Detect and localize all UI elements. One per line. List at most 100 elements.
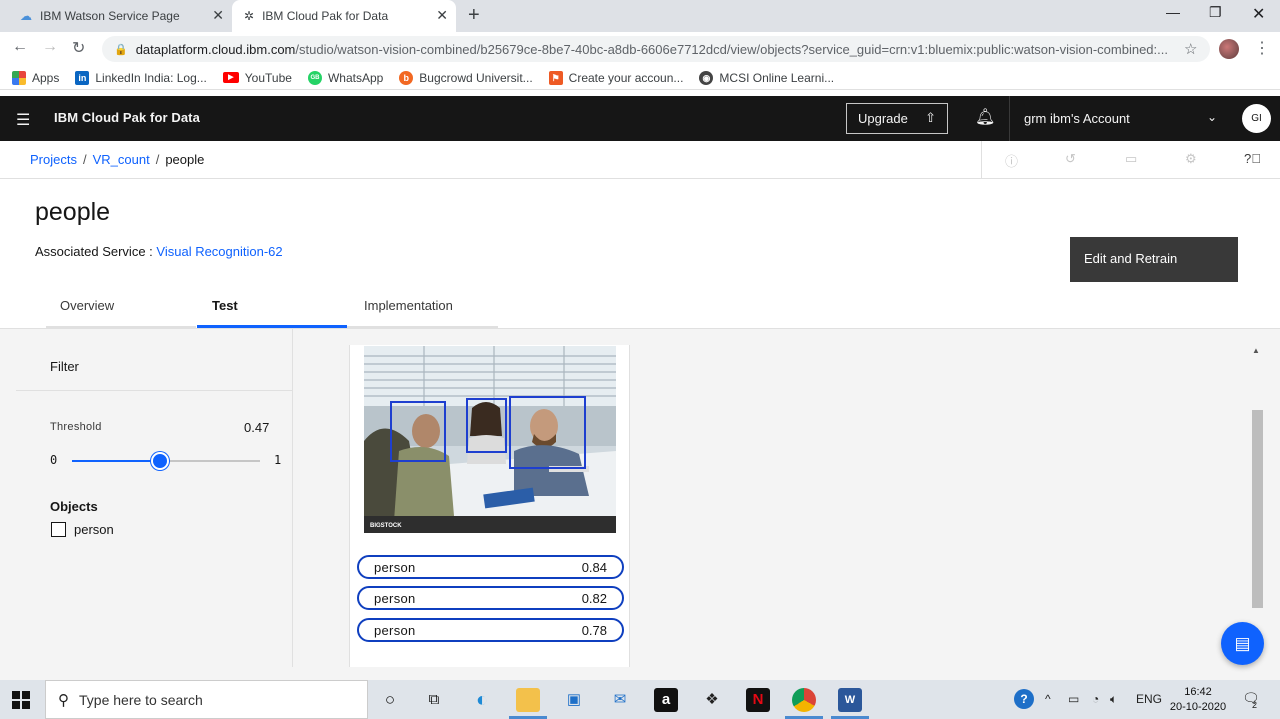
battery-icon[interactable]: ▭ xyxy=(1068,692,1079,706)
notification-bell-icon[interactable]: 🔔︎ xyxy=(975,107,995,127)
minimize-icon[interactable]: — xyxy=(1166,4,1180,20)
bookmark-youtube[interactable]: ▶ YouTube xyxy=(222,70,292,85)
breadcrumb-separator: / xyxy=(155,152,160,167)
browser-tab-cloudpak[interactable]: ✲ IBM Cloud Pak for Data ✕ xyxy=(232,0,456,32)
threshold-slider[interactable] xyxy=(72,452,260,470)
bookmark-label: YouTube xyxy=(244,70,292,85)
dropbox-icon[interactable]: ❖ xyxy=(700,688,724,712)
word-icon[interactable]: W xyxy=(838,688,862,712)
page-toolbar: ⓘ ↺ ▭ ⚙ ?⃝ xyxy=(981,141,1261,178)
threshold-value: 0.47 xyxy=(244,420,270,435)
new-tab-button[interactable]: + xyxy=(468,4,480,27)
address-toolbar: ← → ↻ 🔒 dataplatform.cloud.ibm.com /stud… xyxy=(0,32,1280,66)
tab-test[interactable]: Test xyxy=(197,290,347,328)
windows-start-icon[interactable] xyxy=(12,691,30,709)
user-avatar[interactable]: GI xyxy=(1242,104,1271,133)
bookmark-star-icon[interactable]: ☆ xyxy=(1184,40,1197,58)
task-view-icon[interactable]: ⧉ xyxy=(422,688,446,712)
breadcrumb-projects[interactable]: Projects xyxy=(30,152,77,167)
amazon-icon[interactable]: a xyxy=(654,688,678,712)
detection-label: person xyxy=(374,591,416,606)
info-icon[interactable]: ⓘ xyxy=(1005,151,1018,170)
profile-avatar[interactable] xyxy=(1219,39,1239,59)
notification-center-icon[interactable]: 🗨︎ xyxy=(1242,690,1260,707)
app-brand: IBM Cloud Pak for Data xyxy=(54,110,200,125)
taskbar-search[interactable]: ⚲ Type here to search xyxy=(45,680,368,719)
test-image: BIGSTOCK xyxy=(364,346,616,533)
scrollbar-thumb[interactable] xyxy=(1252,410,1263,608)
object-label: person xyxy=(74,522,114,537)
comment-icon[interactable]: ▭ xyxy=(1125,151,1137,167)
objects-title: Objects xyxy=(50,499,98,514)
test-workspace: Filter Threshold 0.47 0 1 Objects person xyxy=(0,328,1280,680)
slider-max-label: 1 xyxy=(274,453,282,467)
help-tray-icon[interactable]: ? xyxy=(1014,689,1034,709)
volume-icon[interactable]: 🔈︎ xyxy=(1110,692,1117,707)
bookmark-create-account[interactable]: ⚑ Create your accoun... xyxy=(548,70,684,85)
file-explorer-icon[interactable] xyxy=(516,688,540,712)
account-switcher[interactable]: grm ibm's Account ⌄ xyxy=(1009,96,1229,141)
breadcrumb-project[interactable]: VR_count xyxy=(93,152,150,167)
close-tab-icon[interactable]: ✕ xyxy=(436,7,448,24)
browser-tab-watson[interactable]: ☁ IBM Watson Service Page ✕ xyxy=(8,0,232,32)
detection-label: person xyxy=(374,560,416,575)
mcsi-icon: ◉ xyxy=(699,70,714,85)
help-icon[interactable]: ?⃝ xyxy=(1244,151,1261,166)
tab-overview[interactable]: Overview xyxy=(46,290,196,328)
settings-icon[interactable]: ⚙ xyxy=(1185,151,1197,167)
search-icon: ⚲ xyxy=(58,691,69,709)
cortana-icon[interactable]: ○ xyxy=(378,688,402,712)
edit-and-retrain-button[interactable]: Edit and Retrain xyxy=(1070,237,1238,282)
back-arrow-icon[interactable]: ← xyxy=(12,38,28,56)
bookmark-bugcrowd[interactable]: b Bugcrowd Universit... xyxy=(399,70,533,85)
result-card: BIGSTOCK person 0.84 person 0.82 person … xyxy=(349,345,630,667)
upgrade-button[interactable]: Upgrade ⇧ xyxy=(846,103,948,134)
url-bar[interactable]: 🔒 dataplatform.cloud.ibm.com /studio/wat… xyxy=(102,36,1210,62)
tray-chevron-up-icon[interactable]: ^ xyxy=(1045,692,1051,706)
bookmark-label: Create your accoun... xyxy=(568,70,684,85)
detection-score: 0.78 xyxy=(581,623,607,638)
language-indicator[interactable]: ENG xyxy=(1136,692,1162,706)
taskbar-clock[interactable]: 16:42 20-10-2020 xyxy=(1168,685,1228,715)
breadcrumb-separator: / xyxy=(82,152,87,167)
bookmark-whatsapp[interactable]: GB WhatsApp xyxy=(307,70,383,85)
clock-date: 20-10-2020 xyxy=(1169,701,1227,713)
hamburger-menu-icon[interactable]: ☰ xyxy=(16,110,30,130)
history-icon[interactable]: ↺ xyxy=(1065,151,1076,167)
wifi-icon[interactable]: ◔ xyxy=(1092,692,1099,706)
associated-service: Associated Service : Visual Recognition-… xyxy=(35,244,283,259)
bookmark-apps[interactable]: Apps xyxy=(12,70,60,85)
restore-icon[interactable]: ❐ xyxy=(1209,4,1222,21)
bookmark-linkedin[interactable]: in LinkedIn India: Log... xyxy=(75,70,207,85)
detection-score: 0.84 xyxy=(581,560,607,575)
apps-grid-icon xyxy=(12,70,26,85)
tab-implementation[interactable]: Implementation xyxy=(347,290,498,328)
slider-thumb[interactable] xyxy=(151,452,170,470)
netflix-icon[interactable]: N xyxy=(746,688,770,712)
kebab-menu-icon[interactable]: ⋮ xyxy=(1254,38,1270,58)
bookmark-label: Apps xyxy=(32,70,60,85)
close-window-icon[interactable]: ✕ xyxy=(1252,4,1265,24)
store-icon[interactable]: ▣ xyxy=(562,688,586,712)
edge-icon[interactable]: ◐ xyxy=(470,688,494,712)
browser-tab-strip: ☁ IBM Watson Service Page ✕ ✲ IBM Cloud … xyxy=(0,0,1280,32)
bugcrowd-icon: b xyxy=(399,70,414,85)
tab-title: IBM Watson Service Page xyxy=(40,9,180,23)
object-filter-person[interactable]: person xyxy=(51,522,114,537)
scroll-up-arrow-icon[interactable]: ▲ xyxy=(1252,346,1260,355)
reload-icon[interactable]: ↻ xyxy=(72,38,85,58)
associated-service-link[interactable]: Visual Recognition-62 xyxy=(156,244,282,259)
mail-icon[interactable]: ✉ xyxy=(608,688,632,712)
detection-score: 0.82 xyxy=(581,591,607,606)
tab-title: IBM Cloud Pak for Data xyxy=(262,9,389,23)
chat-icon[interactable]: ▤ xyxy=(1221,622,1264,665)
whatsapp-icon: GB xyxy=(307,70,322,85)
search-placeholder: Type here to search xyxy=(79,691,203,708)
person-checkbox[interactable] xyxy=(51,522,66,537)
chrome-icon[interactable] xyxy=(792,688,816,712)
close-tab-icon[interactable]: ✕ xyxy=(212,7,224,24)
filter-title: Filter xyxy=(50,359,79,374)
bookmark-mcsi[interactable]: ◉ MCSI Online Learni... xyxy=(699,70,834,85)
forward-arrow-icon[interactable]: → xyxy=(42,38,58,56)
detection-label: person xyxy=(374,623,416,638)
